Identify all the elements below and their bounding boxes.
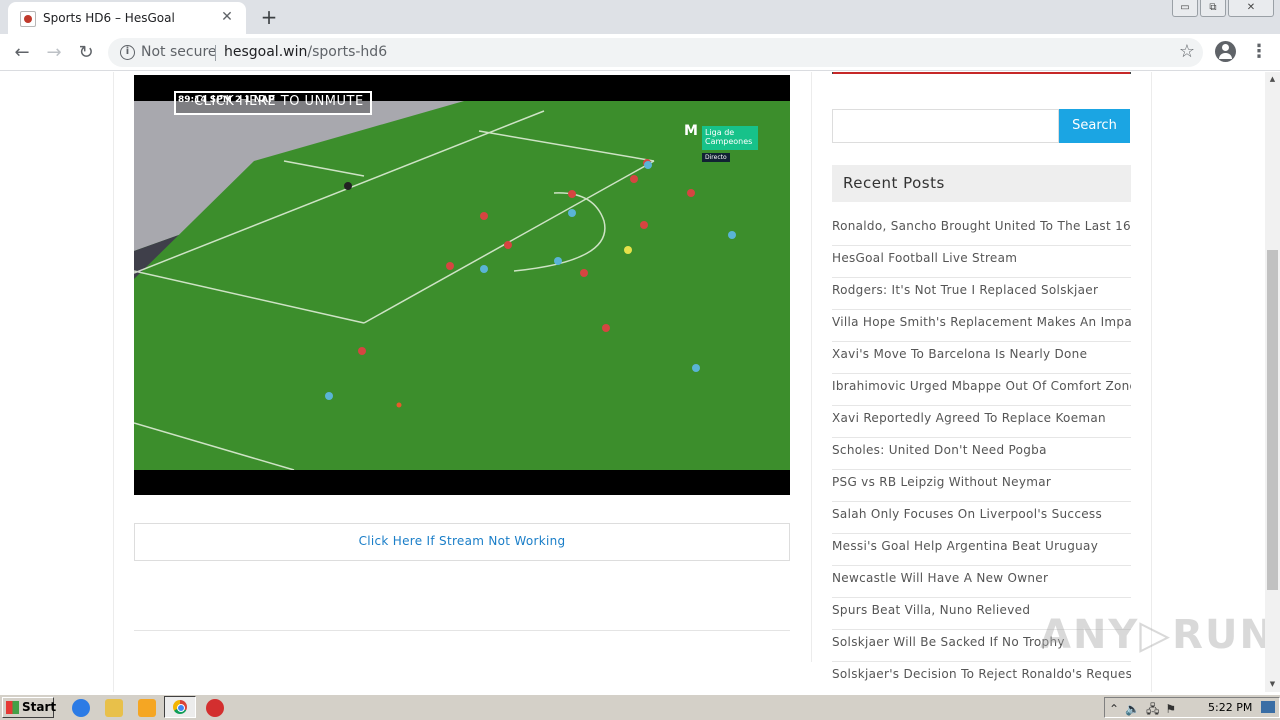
- clock[interactable]: 5:22 PM: [1208, 701, 1252, 714]
- recent-post-link[interactable]: Newcastle Will Have A New Owner: [832, 566, 1131, 585]
- security-status[interactable]: Not secure: [141, 44, 217, 60]
- recent-post-link[interactable]: Xavi's Move To Barcelona Is Nearly Done: [832, 342, 1131, 361]
- scroll-down-icon[interactable]: ▼: [1265, 677, 1280, 692]
- tab-title: Sports HD6 – HesGoal: [43, 11, 175, 25]
- search-input[interactable]: [832, 109, 1059, 143]
- list-item: HesGoal Football Live Stream: [832, 246, 1131, 278]
- recent-posts-header: Recent Posts: [832, 165, 1131, 202]
- scroll-thumb[interactable]: [1267, 250, 1278, 590]
- media-player-icon[interactable]: [138, 699, 156, 717]
- list-item: Xavi's Move To Barcelona Is Nearly Done: [832, 342, 1131, 374]
- stream-help-box: Click Here If Stream Not Working: [134, 523, 790, 561]
- chrome-icon: [173, 700, 187, 714]
- profile-icon[interactable]: [1215, 41, 1236, 62]
- recent-post-link[interactable]: PSG vs RB Leipzig Without Neymar: [832, 470, 1131, 489]
- forward-button[interactable]: →: [42, 41, 66, 65]
- info-icon[interactable]: i: [120, 45, 135, 60]
- recent-post-link[interactable]: Villa Hope Smith's Replacement Makes An …: [832, 310, 1131, 329]
- tab-close-icon[interactable]: ✕: [218, 8, 236, 26]
- page-viewport: M Liga de Campeones Directo 89:14 SPM 2 …: [0, 72, 1265, 692]
- tray-icons[interactable]: ⌃🔈🖧⚑: [1109, 700, 1182, 720]
- list-item: Xavi Reportedly Agreed To Replace Koeman: [832, 406, 1131, 438]
- recent-post-link[interactable]: Rodgers: It's Not True I Replaced Solskj…: [832, 278, 1131, 297]
- scroll-up-icon[interactable]: ▲: [1265, 72, 1280, 87]
- file-explorer-icon[interactable]: [105, 699, 123, 717]
- recent-post-link[interactable]: HesGoal Football Live Stream: [832, 246, 1131, 265]
- recent-post-link[interactable]: Solskjaer's Decision To Reject Ronaldo's…: [832, 662, 1131, 681]
- broadcaster-logo-icon: M: [684, 123, 698, 139]
- url-domain: hesgoal.win: [224, 44, 308, 60]
- url-text[interactable]: hesgoal.win/sports-hd6: [224, 44, 387, 60]
- url-path: /sports-hd6: [307, 44, 388, 60]
- anyrun-watermark: ANY▷RUN: [1040, 612, 1275, 658]
- back-button[interactable]: ←: [10, 41, 34, 65]
- browser-tab-active[interactable]: Sports HD6 – HesGoal ✕: [8, 2, 246, 34]
- start-label: Start: [22, 700, 57, 714]
- page-container: M Liga de Campeones Directo 89:14 SPM 2 …: [113, 72, 1152, 692]
- list-item: Villa Hope Smith's Replacement Makes An …: [832, 310, 1131, 342]
- browser-toolbar: ← → ↻ i Not secure hesgoal.win/sports-hd…: [0, 34, 1280, 71]
- list-item: Ronaldo, Sancho Brought United To The La…: [832, 214, 1131, 246]
- restore-button[interactable]: ⧉: [1200, 0, 1226, 17]
- windows-taskbar: Start ⌃🔈🖧⚑ 5:22 PM: [0, 694, 1280, 720]
- show-desktop-icon[interactable]: [1261, 701, 1275, 713]
- recent-post-link[interactable]: Salah Only Focuses On Liverpool's Succes…: [832, 502, 1131, 521]
- internet-explorer-icon[interactable]: [72, 699, 90, 717]
- list-item: Messi's Goal Help Argentina Beat Uruguay: [832, 534, 1131, 566]
- broadcaster-badge: Liga de Campeones: [702, 126, 758, 150]
- recent-post-link[interactable]: Ronaldo, Sancho Brought United To The La…: [832, 214, 1131, 233]
- list-item: Salah Only Focuses On Liverpool's Succes…: [832, 502, 1131, 534]
- unmute-label: CLICK HERE TO UNMUTE: [194, 94, 364, 109]
- omnibox-divider: [215, 45, 216, 61]
- unmute-overlay-button[interactable]: 89:14 SPM 2 1 NAP CLICK HERE TO UNMUTE: [174, 91, 372, 115]
- system-tray: ⌃🔈🖧⚑ 5:22 PM: [1104, 697, 1280, 718]
- chrome-taskbar-button[interactable]: [164, 696, 196, 718]
- video-player[interactable]: M Liga de Campeones Directo 89:14 SPM 2 …: [134, 75, 790, 495]
- address-bar[interactable]: i Not secure hesgoal.win/sports-hd6 ☆: [108, 38, 1203, 67]
- page-scrollbar[interactable]: ▲ ▼: [1265, 72, 1280, 692]
- new-tab-button[interactable]: +: [258, 6, 280, 28]
- video-frame: M Liga de Campeones Directo: [134, 101, 790, 470]
- search-button[interactable]: Search: [1059, 109, 1130, 143]
- site-favicon-icon: [20, 11, 36, 27]
- football-pitch-graphic: [134, 101, 790, 470]
- recent-post-link[interactable]: Xavi Reportedly Agreed To Replace Koeman: [832, 406, 1131, 425]
- sidebar-banner-edge: [832, 72, 1131, 74]
- list-item: Ibrahimovic Urged Mbappe Out Of Comfort …: [832, 374, 1131, 406]
- live-tag: Directo: [702, 153, 730, 162]
- recent-posts-title: Recent Posts: [843, 174, 945, 192]
- list-item: Newcastle Will Have A New Owner: [832, 566, 1131, 598]
- column-divider: [811, 72, 812, 662]
- recent-post-link[interactable]: Messi's Goal Help Argentina Beat Uruguay: [832, 534, 1131, 553]
- bookmark-star-icon[interactable]: ☆: [1179, 41, 1195, 62]
- list-item: Scholes: United Don't Need Pogba: [832, 438, 1131, 470]
- stop-sign-icon[interactable]: [206, 699, 224, 717]
- windows-logo-icon: [6, 701, 19, 714]
- screen: Sports HD6 – HesGoal ✕ + ▭ ⧉ ✕ ← → ↻ i N…: [0, 0, 1280, 720]
- list-item: Solskjaer's Decision To Reject Ronaldo's…: [832, 662, 1131, 692]
- browser-tabbar: Sports HD6 – HesGoal ✕ + ▭ ⧉ ✕: [0, 0, 1280, 34]
- stream-not-working-link[interactable]: Click Here If Stream Not Working: [359, 534, 566, 548]
- start-button[interactable]: Start: [2, 697, 57, 718]
- minimize-button[interactable]: ▭: [1172, 0, 1198, 17]
- recent-post-link[interactable]: Scholes: United Don't Need Pogba: [832, 438, 1131, 457]
- content-divider: [134, 630, 790, 631]
- browser-menu-icon[interactable]: ⋮: [1250, 41, 1268, 63]
- list-item: PSG vs RB Leipzig Without Neymar: [832, 470, 1131, 502]
- list-item: Rodgers: It's Not True I Replaced Solskj…: [832, 278, 1131, 310]
- window-controls: ▭ ⧉ ✕: [1170, 0, 1274, 18]
- window-close-button[interactable]: ✕: [1228, 0, 1274, 17]
- reload-button[interactable]: ↻: [74, 41, 98, 65]
- recent-post-link[interactable]: Ibrahimovic Urged Mbappe Out Of Comfort …: [832, 374, 1131, 393]
